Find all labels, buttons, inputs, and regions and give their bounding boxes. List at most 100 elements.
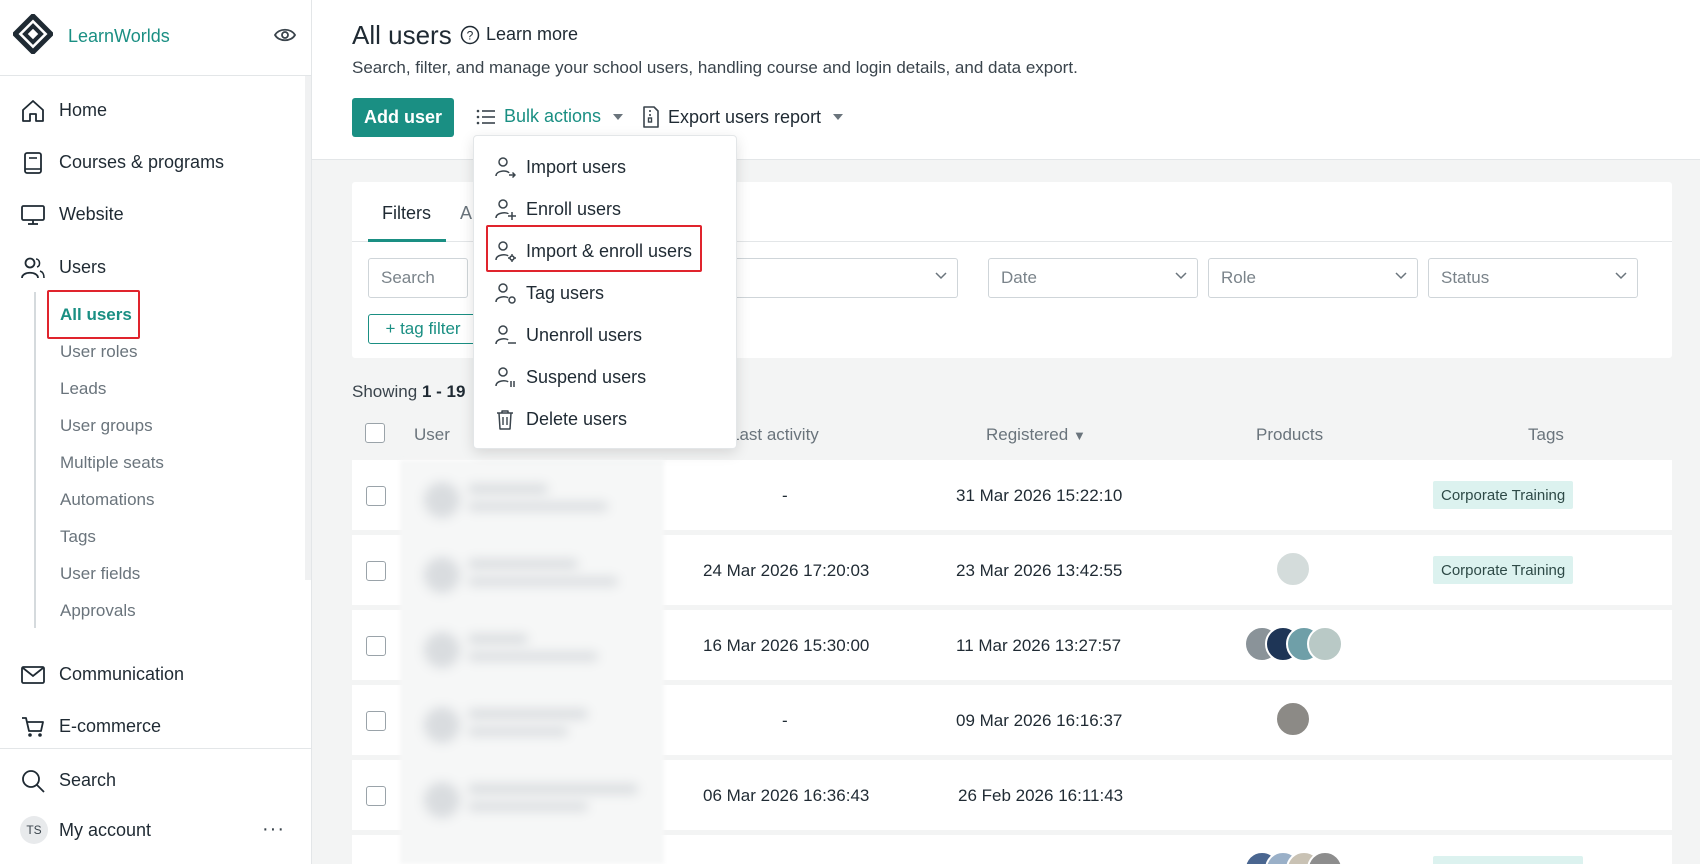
nav-communication[interactable]: Communication	[0, 654, 305, 694]
mail-icon	[21, 666, 45, 684]
home-icon	[22, 100, 44, 122]
nav-users[interactable]: Users	[0, 247, 305, 287]
menu-item-label: Enroll users	[526, 198, 622, 219]
bulk-actions-button[interactable]: Bulk actions	[476, 106, 624, 127]
add-user-button[interactable]: Add user	[352, 98, 454, 137]
nav-my-account[interactable]: My account	[0, 810, 240, 850]
search-input[interactable]: Search	[368, 258, 468, 298]
sidebar-scrollbar[interactable]	[305, 76, 311, 580]
user-plus-icon	[495, 199, 516, 220]
sidebar-item-approvals[interactable]: Approvals	[60, 601, 136, 621]
sidebar-item-leads[interactable]: Leads	[60, 379, 106, 399]
menu-item-label: Import users	[526, 156, 627, 177]
bulk-actions-menu: Import users Enroll users Import & enrol…	[473, 135, 737, 449]
file-zip-icon	[643, 106, 659, 128]
row-checkbox[interactable]	[366, 561, 386, 581]
showing-range: 1 - 19	[421, 382, 466, 401]
eye-icon[interactable]	[274, 26, 296, 44]
svg-text:?: ?	[467, 28, 474, 42]
sidebar-item-user-groups[interactable]: User groups	[60, 416, 153, 436]
nav-ecommerce-label: E-commerce	[59, 715, 162, 736]
nav-search[interactable]: Search	[0, 760, 305, 800]
user-minus-icon	[495, 325, 516, 345]
nav-courses[interactable]: Courses & programs	[0, 142, 305, 182]
tag-filter-button[interactable]: + tag filter	[368, 314, 478, 344]
row-last-activity: -	[782, 486, 788, 505]
nav-website[interactable]: Website	[0, 194, 305, 234]
role-label: Role	[1221, 268, 1256, 287]
sidebar-item-automations[interactable]: Automations	[60, 490, 155, 510]
cart-icon	[22, 717, 44, 737]
nav-users-label: Users	[59, 256, 107, 277]
sidebar-item-tags[interactable]: Tags	[60, 527, 96, 547]
nav-website-label: Website	[59, 203, 124, 224]
column-header-products[interactable]: Products	[1256, 425, 1323, 445]
sort-desc-icon: ▼	[1072, 428, 1086, 443]
menu-item-enroll-users[interactable]: Enroll users	[474, 188, 736, 230]
chevron-down-icon	[1615, 272, 1627, 280]
status-select[interactable]: Status	[1428, 258, 1638, 298]
sidebar-item-user-roles[interactable]: User roles	[60, 342, 137, 362]
column-header-tags[interactable]: Tags	[1528, 425, 1564, 445]
row-checkbox[interactable]	[366, 486, 386, 506]
date-label: Date	[1001, 268, 1037, 287]
product-thumbnail[interactable]	[1275, 701, 1311, 737]
caret-down-icon	[613, 113, 624, 120]
nav-courses-label: Courses & programs	[59, 151, 225, 172]
row-checkbox[interactable]	[366, 636, 386, 656]
search-icon	[22, 770, 45, 793]
more-options-icon[interactable]: ···	[262, 818, 285, 841]
product-thumbnail[interactable]	[1275, 551, 1311, 587]
row-tag[interactable]: Corporate Training	[1433, 556, 1574, 584]
row-checkbox[interactable]	[366, 711, 386, 731]
row-registered: 09 Mar 2026 16:16:37	[956, 711, 1123, 730]
row-last-activity: 24 Mar 2026 17:20:03	[703, 561, 870, 580]
caret-down-icon	[833, 114, 844, 120]
user-import-icon	[495, 157, 516, 178]
row-tag[interactable]: Corporate Training	[1433, 481, 1574, 509]
row-last-activity: 16 Mar 2026 15:30:00	[703, 636, 870, 655]
row-tag[interactable]	[1433, 856, 1583, 864]
column-header-user[interactable]: User	[414, 425, 450, 445]
page-subtitle: Search, filter, and manage your school u…	[352, 58, 1078, 77]
nav-communication-label: Communication	[59, 663, 185, 684]
row-last-activity: 06 Mar 2026 16:36:43	[703, 786, 870, 805]
learn-more-link[interactable]: ? Learn more	[460, 24, 578, 45]
user-pause-icon	[495, 367, 515, 387]
sidebar-item-multiple-seats[interactable]: Multiple seats	[60, 453, 164, 473]
chevron-down-icon	[935, 272, 947, 280]
menu-item-unenroll-users[interactable]: Unenroll users	[474, 314, 736, 356]
tab-filters[interactable]: Filters	[382, 203, 431, 224]
role-select[interactable]: Role	[1208, 258, 1418, 298]
learnworlds-logo-icon[interactable]	[13, 14, 53, 54]
filter-select[interactable]	[732, 258, 958, 298]
brand-name[interactable]: LearnWorlds	[68, 26, 170, 47]
row-registered: 26 Feb 2026 16:11:43	[958, 786, 1124, 805]
blurred-user-info	[400, 460, 664, 864]
nav-home-label: Home	[59, 99, 108, 120]
tab-other[interactable]: A	[460, 203, 472, 224]
menu-item-delete-users[interactable]: Delete users	[474, 398, 736, 440]
status-label: Status	[1441, 268, 1490, 287]
user-tag-icon	[495, 283, 516, 304]
product-thumbnail[interactable]	[1307, 626, 1343, 662]
sidebar-divider	[0, 748, 311, 749]
chevron-down-icon	[1175, 272, 1187, 280]
row-checkbox[interactable]	[366, 786, 386, 806]
export-users-report-button[interactable]: Export users report	[642, 106, 844, 128]
book-icon	[24, 152, 42, 174]
menu-item-label: Delete users	[526, 408, 628, 429]
menu-item-tag-users[interactable]: Tag users	[474, 272, 736, 314]
column-header-registered[interactable]: Registered ▼	[986, 425, 1086, 445]
row-last-activity: -	[782, 711, 788, 730]
sidebar-item-user-fields[interactable]: User fields	[60, 564, 140, 584]
menu-item-suspend-users[interactable]: Suspend users	[474, 356, 736, 398]
help-circle-icon: ?	[460, 25, 480, 44]
nav-ecommerce[interactable]: E-commerce	[0, 706, 305, 746]
date-select[interactable]: Date	[988, 258, 1198, 298]
nav-home[interactable]: Home	[0, 90, 305, 130]
menu-item-import-users[interactable]: Import users	[474, 146, 736, 188]
tab-active-underline	[368, 239, 446, 242]
select-all-checkbox[interactable]	[365, 423, 385, 443]
column-header-last-activity[interactable]: Last activity	[730, 425, 819, 445]
